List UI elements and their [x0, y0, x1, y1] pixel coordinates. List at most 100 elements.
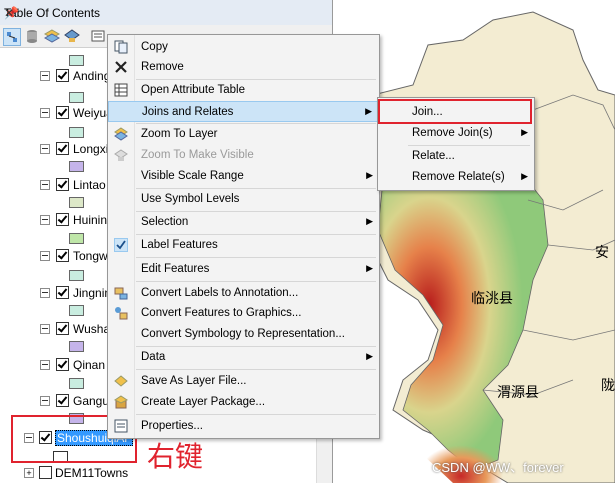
menu-item-save-as-layer-file[interactable]: Save As Layer File...	[108, 371, 379, 392]
layer-swatch	[69, 197, 84, 208]
menu-item-copy[interactable]: Copy	[108, 37, 379, 58]
zoom-to-layer-icon	[114, 127, 128, 141]
zoom-visible-icon	[114, 148, 128, 162]
layer-name: Jingnin	[73, 286, 112, 300]
menu-item-zoom-to-layer[interactable]: Zoom To Layer	[108, 124, 379, 145]
collapse-icon[interactable]	[40, 288, 50, 298]
table-icon	[114, 83, 128, 97]
layer-name: Tongw	[73, 249, 108, 263]
annotation-box-join	[378, 99, 532, 124]
layer-name: Gangu	[73, 394, 110, 408]
layer-visibility-checkbox[interactable]	[56, 213, 69, 226]
layer-swatch	[69, 161, 84, 172]
menu-item-open-attribute-table[interactable]: Open Attribute Table	[108, 80, 379, 101]
layer-package-icon	[114, 395, 128, 409]
collapse-icon[interactable]	[40, 396, 50, 406]
watermark: CSDN @WW、forever	[432, 460, 564, 475]
layer-swatch	[69, 341, 84, 352]
submenu-arrow-icon: ▶	[366, 263, 373, 273]
layer-swatch	[69, 92, 84, 103]
checkmark-icon	[114, 238, 128, 252]
list-by-drawing-order-icon[interactable]	[3, 28, 21, 46]
submenu-arrow-icon: ▶	[521, 127, 528, 137]
remove-x-icon	[114, 60, 128, 74]
menu-item-remove[interactable]: Remove	[108, 57, 379, 78]
close-icon[interactable]: ✕	[4, 6, 14, 20]
layer-visibility-checkbox[interactable]	[56, 286, 69, 299]
collapse-icon[interactable]	[40, 180, 50, 190]
list-by-source-icon[interactable]	[24, 28, 40, 44]
options-icon[interactable]	[90, 28, 106, 44]
collapse-icon[interactable]	[40, 108, 50, 118]
menu-item-visible-scale-range[interactable]: Visible Scale Range ▶	[108, 166, 379, 187]
menu-item-zoom-to-make-visible[interactable]: Zoom To Make Visible	[108, 145, 379, 166]
collapse-icon[interactable]	[40, 71, 50, 81]
menu-item-create-layer-package[interactable]: Create Layer Package...	[108, 392, 379, 413]
menu-separator	[136, 369, 376, 370]
menu-separator	[136, 257, 376, 258]
layer-visibility-checkbox[interactable]	[56, 358, 69, 371]
layer-swatch	[69, 55, 84, 66]
map-label-an: 安	[595, 245, 609, 261]
submenu-arrow-icon: ▶	[521, 171, 528, 181]
map-label-weiyuan: 渭源县	[497, 385, 539, 401]
menu-item-data[interactable]: Data ▶	[108, 347, 379, 368]
layer-name: Huinin	[73, 213, 108, 227]
submenu-item-remove-relates[interactable]: Remove Relate(s) ▶	[378, 167, 534, 188]
expand-icon[interactable]: +	[24, 468, 34, 478]
submenu-item-relate[interactable]: Relate...	[378, 146, 534, 167]
menu-item-convert-symbology[interactable]: Convert Symbology to Representation...	[108, 324, 379, 345]
collapse-icon[interactable]	[40, 251, 50, 261]
layer-swatch	[69, 233, 84, 244]
toc-title-bar: Table Of Contents 📌 ✕	[0, 0, 332, 26]
copy-icon	[114, 40, 128, 54]
submenu-item-remove-joins[interactable]: Remove Join(s) ▶	[378, 123, 534, 144]
properties-icon	[114, 419, 128, 433]
map-label-lintao: 临洮县	[471, 291, 513, 307]
submenu-arrow-icon: ▶	[366, 216, 373, 226]
collapse-icon[interactable]	[40, 324, 50, 334]
layer-context-menu: Copy Remove Open Attribute Table Joins a…	[107, 34, 380, 439]
layer-visibility-checkbox[interactable]	[56, 106, 69, 119]
menu-item-selection[interactable]: Selection ▶	[108, 212, 379, 233]
convert-features-icon	[114, 306, 128, 320]
right-click-annotation: 右键	[147, 440, 204, 473]
layer-swatch	[69, 305, 84, 316]
layer-swatch	[69, 127, 84, 138]
layer-swatch	[69, 378, 84, 389]
layer-visibility-checkbox[interactable]	[39, 466, 52, 479]
layer-visibility-checkbox[interactable]	[56, 178, 69, 191]
submenu-arrow-icon: ▶	[365, 106, 372, 116]
layer-name: Anding	[73, 69, 111, 83]
menu-item-use-symbol-levels[interactable]: Use Symbol Levels	[108, 189, 379, 210]
menu-item-label-features[interactable]: Label Features	[108, 235, 379, 256]
layer-file-icon	[114, 374, 128, 388]
menu-item-convert-labels[interactable]: Convert Labels to Annotation...	[108, 283, 379, 304]
collapse-icon[interactable]	[40, 215, 50, 225]
menu-item-properties[interactable]: Properties...	[108, 416, 379, 437]
menu-separator	[136, 414, 376, 415]
collapse-icon[interactable]	[40, 360, 50, 370]
list-by-visibility-icon[interactable]	[43, 28, 61, 44]
list-by-selection-icon[interactable]	[64, 28, 80, 44]
submenu-arrow-icon: ▶	[366, 170, 373, 180]
layer-name: DEM11Towns	[55, 466, 129, 480]
layer-name: Wusha	[73, 322, 111, 336]
map-label-long: 陇	[601, 378, 615, 394]
collapse-icon[interactable]	[40, 144, 50, 154]
menu-separator	[136, 281, 376, 282]
submenu-arrow-icon: ▶	[366, 351, 373, 361]
convert-labels-icon	[114, 286, 128, 300]
layer-name: Lintao	[73, 178, 106, 192]
menu-item-convert-features[interactable]: Convert Features to Graphics...	[108, 303, 379, 324]
menu-item-edit-features[interactable]: Edit Features ▶	[108, 259, 379, 280]
layer-name: Qinan	[73, 358, 106, 372]
layer-visibility-checkbox[interactable]	[56, 394, 69, 407]
layer-visibility-checkbox[interactable]	[56, 322, 69, 335]
menu-item-joins-and-relates[interactable]: Joins and Relates ▶	[108, 101, 379, 122]
layer-swatch	[69, 270, 84, 281]
layer-visibility-checkbox[interactable]	[56, 69, 69, 82]
layer-name: Longxi	[73, 142, 109, 156]
layer-visibility-checkbox[interactable]	[56, 142, 69, 155]
layer-visibility-checkbox[interactable]	[56, 249, 69, 262]
